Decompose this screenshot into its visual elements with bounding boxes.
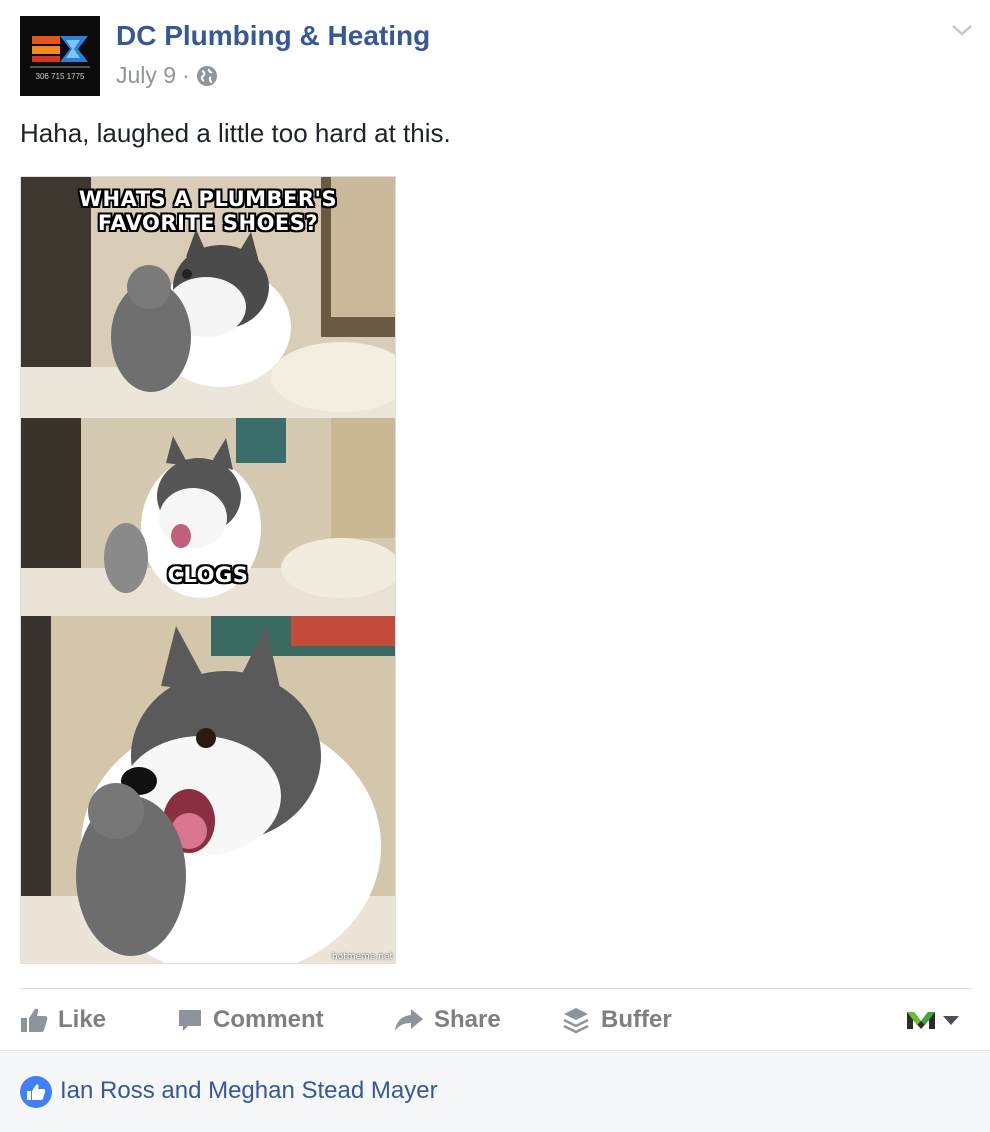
- avatar-phone: 306 715 1775: [36, 72, 85, 81]
- post-image[interactable]: WHATS A PLUMBER'S FAVORITE SHOES? CLOGS: [20, 176, 396, 964]
- share-button[interactable]: Share: [394, 996, 501, 1044]
- meme-caption-top-line2: FAVORITE SHOES?: [97, 211, 319, 235]
- extension-menu-button[interactable]: [906, 996, 960, 1044]
- meta-separator: ·: [182, 62, 190, 88]
- reactions-footer: Ian Ross and Meghan Stead Mayer: [0, 1050, 990, 1132]
- post-date[interactable]: July 9: [116, 62, 176, 89]
- chevron-down-icon[interactable]: [950, 20, 974, 40]
- comment-label: Comment: [213, 1006, 324, 1033]
- actions-divider: [20, 988, 972, 989]
- post-actions-bar: Like Comment Share Buffer: [20, 996, 972, 1044]
- facebook-post: 306 715 1775 DC Plumbing & Heating July …: [0, 0, 990, 1132]
- m-logo-icon: [907, 1012, 935, 1029]
- buffer-icon: [563, 1008, 589, 1034]
- meme-panel-2: CLOGS: [21, 418, 395, 616]
- like-label: Like: [58, 1006, 107, 1033]
- meme-panel-3: hotmeme.net: [21, 616, 395, 963]
- share-label: Share: [434, 1006, 501, 1033]
- meme-watermark: hotmeme.net: [332, 952, 393, 962]
- meme-panel-1: WHATS A PLUMBER'S FAVORITE SHOES?: [21, 177, 395, 418]
- share-arrow-icon: [395, 1009, 423, 1031]
- like-button[interactable]: Like: [20, 996, 106, 1044]
- thumbs-up-icon: [21, 1008, 48, 1032]
- meme-caption-middle: CLOGS: [167, 563, 249, 587]
- page-name-link[interactable]: DC Plumbing & Heating: [116, 20, 430, 52]
- company-logo: 306 715 1775: [20, 16, 100, 96]
- reactors-link[interactable]: Ian Ross and Meghan Stead Mayer: [60, 1077, 438, 1105]
- buffer-label: Buffer: [601, 1006, 672, 1033]
- globe-icon[interactable]: [196, 65, 218, 87]
- meme-caption-top-line1: WHATS A PLUMBER'S: [78, 187, 338, 211]
- like-reaction-icon: [20, 1076, 52, 1108]
- page-avatar[interactable]: 306 715 1775: [20, 16, 100, 96]
- post-meta: July 9 ·: [116, 62, 218, 89]
- post-message: Haha, laughed a little too hard at this.: [20, 118, 451, 148]
- buffer-button[interactable]: Buffer: [561, 996, 672, 1044]
- comment-icon: [179, 1010, 201, 1031]
- caret-down-icon: [943, 1016, 959, 1025]
- comment-button[interactable]: Comment: [177, 996, 324, 1044]
